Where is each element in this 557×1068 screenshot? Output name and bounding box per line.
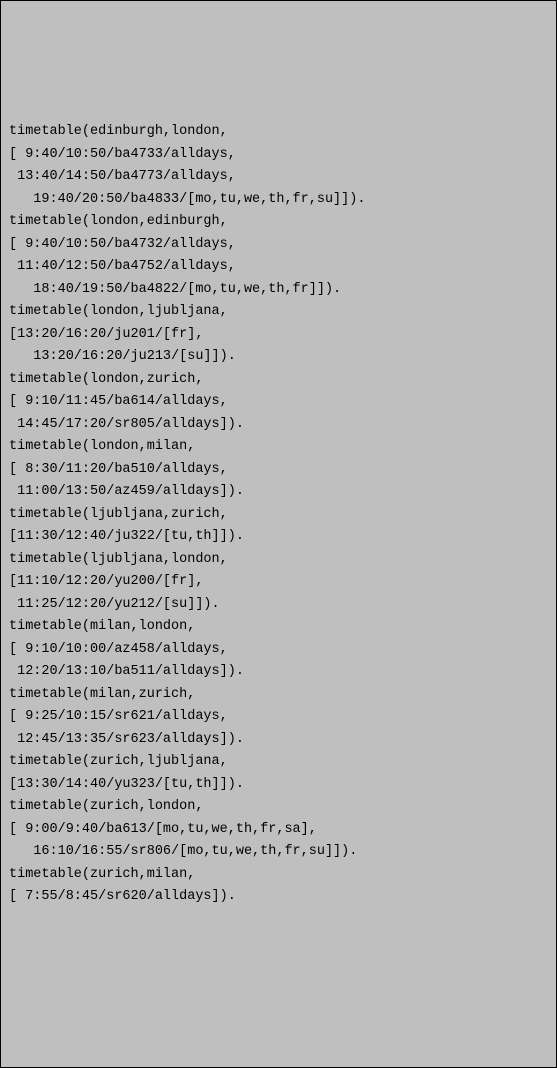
code-line: 18:40/19:50/ba4822/[mo,tu,we,th,fr]]). (9, 279, 548, 302)
code-line: timetable(milan,zurich, (9, 684, 548, 707)
code-line: timetable(london,edinburgh, (9, 211, 548, 234)
code-line: [13:20/16:20/ju201/[fr], (9, 324, 548, 347)
code-line: [ 9:25/10:15/sr621/alldays, (9, 706, 548, 729)
code-line: timetable(edinburgh,london, (9, 121, 548, 144)
code-line: 12:20/13:10/ba511/alldays]). (9, 661, 548, 684)
code-line: [ 9:10/10:00/az458/alldays, (9, 639, 548, 662)
code-line: 11:00/13:50/az459/alldays]). (9, 481, 548, 504)
code-line: [13:30/14:40/yu323/[tu,th]]). (9, 774, 548, 797)
code-line: timetable(ljubljana,london, (9, 549, 548, 572)
code-line: timetable(ljubljana,zurich, (9, 504, 548, 527)
code-line: timetable(london,zurich, (9, 369, 548, 392)
code-line: timetable(zurich,milan, (9, 864, 548, 887)
code-line: 13:20/16:20/ju213/[su]]). (9, 346, 548, 369)
code-line: [11:30/12:40/ju322/[tu,th]]). (9, 526, 548, 549)
code-line: timetable(milan,london, (9, 616, 548, 639)
code-line: [11:10/12:20/yu200/[fr], (9, 571, 548, 594)
code-line: [ 9:40/10:50/ba4733/alldays, (9, 144, 548, 167)
code-line: 11:25/12:20/yu212/[su]]). (9, 594, 548, 617)
code-line: 13:40/14:50/ba4773/alldays, (9, 166, 548, 189)
code-line: 11:40/12:50/ba4752/alldays, (9, 256, 548, 279)
code-listing: timetable(edinburgh,london,[ 9:40/10:50/… (9, 121, 548, 909)
code-line: timetable(zurich,london, (9, 796, 548, 819)
code-line: [ 7:55/8:45/sr620/alldays]). (9, 886, 548, 909)
code-line: 19:40/20:50/ba4833/[mo,tu,we,th,fr,su]])… (9, 189, 548, 212)
code-line: 16:10/16:55/sr806/[mo,tu,we,th,fr,su]]). (9, 841, 548, 864)
code-line: timetable(london,ljubljana, (9, 301, 548, 324)
code-line: [ 9:00/9:40/ba613/[mo,tu,we,th,fr,sa], (9, 819, 548, 842)
code-line: 14:45/17:20/sr805/alldays]). (9, 414, 548, 437)
code-line: [ 9:40/10:50/ba4732/alldays, (9, 234, 548, 257)
code-line: timetable(london,milan, (9, 436, 548, 459)
code-line: 12:45/13:35/sr623/alldays]). (9, 729, 548, 752)
code-line: timetable(zurich,ljubljana, (9, 751, 548, 774)
code-line: [ 8:30/11:20/ba510/alldays, (9, 459, 548, 482)
code-line: [ 9:10/11:45/ba614/alldays, (9, 391, 548, 414)
